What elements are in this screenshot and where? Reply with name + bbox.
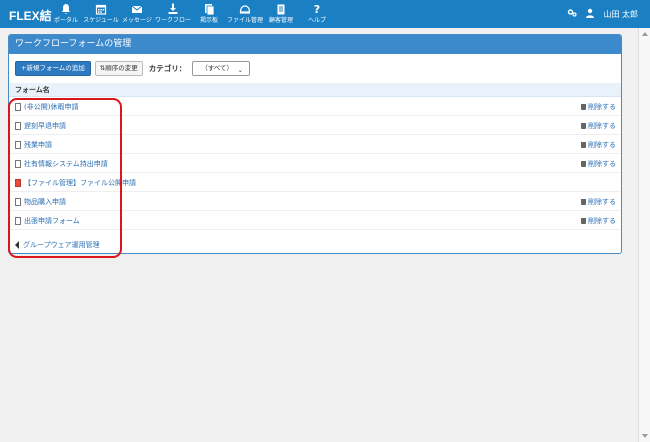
- trash-icon: [581, 142, 586, 148]
- form-row: 【ファイル管理】ファイル公開申請: [9, 173, 621, 192]
- form-row: 残業申請 削除する: [9, 135, 621, 154]
- folder-icon: [225, 3, 265, 16]
- document-icon: [15, 217, 21, 225]
- form-name: (非公開)休暇申請: [24, 103, 79, 111]
- trash-icon: [581, 104, 586, 110]
- form-link[interactable]: (非公開)休暇申請: [15, 102, 78, 112]
- form-link[interactable]: 社有情報システム持出申請: [15, 159, 108, 169]
- form-link[interactable]: 遅刻早退申請: [15, 121, 66, 131]
- change-order-button[interactable]: ⇅順序の変更: [94, 60, 143, 76]
- nav-label: メッセージ: [122, 17, 152, 24]
- nav-help[interactable]: ? ヘルプ: [297, 3, 337, 25]
- nav-label: 顧客管理: [268, 17, 293, 24]
- form-name: 物品購入申請: [24, 198, 66, 206]
- add-form-button[interactable]: +新規フォームの追加: [15, 60, 91, 76]
- settings-icon[interactable]: [567, 8, 578, 20]
- toolbar: +新規フォームの追加 ⇅順序の変更 カテゴリ： （すべて） ⌄: [15, 60, 251, 76]
- back-link-label: グループウェア運用管理: [23, 241, 100, 249]
- nav-label: ワークフロー: [154, 17, 191, 24]
- document-icon: [15, 198, 21, 206]
- delete-link[interactable]: 削除する: [581, 159, 616, 169]
- nav-message[interactable]: メッセージ: [117, 3, 157, 25]
- workflow-form-management-panel: ワークフローフォームの管理 +新規フォームの追加 ⇅順序の変更 カテゴリ： （す…: [8, 34, 622, 254]
- workflow-icon: [153, 3, 193, 16]
- delete-link[interactable]: 削除する: [581, 140, 616, 150]
- delete-label: 削除する: [588, 217, 616, 225]
- bell-icon: [46, 3, 86, 16]
- category-select-value: （すべて）: [201, 63, 234, 72]
- scroll-down-icon[interactable]: [642, 434, 648, 438]
- form-row: (非公開)休暇申請 削除する: [9, 97, 621, 116]
- trash-icon: [581, 199, 586, 205]
- delete-link[interactable]: 削除する: [581, 102, 616, 112]
- trash-icon: [581, 218, 586, 224]
- scroll-up-icon[interactable]: [642, 32, 648, 36]
- chevron-down-icon: ⌄: [237, 65, 244, 74]
- form-link[interactable]: 物品購入申請: [15, 197, 66, 207]
- form-name: 出張申請フォーム: [24, 217, 80, 225]
- calendar-icon: [81, 3, 121, 16]
- nav-label: ヘルプ: [307, 17, 326, 24]
- category-label: カテゴリ：: [148, 63, 187, 73]
- nav-customer-management[interactable]: 顧客管理: [261, 3, 301, 25]
- user-menu[interactable]: 山田 太郎: [567, 8, 638, 20]
- form-name: 遅刻早退申請: [24, 122, 66, 130]
- nav-label: ファイル管理: [226, 17, 263, 24]
- user-name[interactable]: 山田 太郎: [603, 9, 638, 20]
- nav-label: 掲示板: [199, 17, 218, 24]
- envelope-icon: [117, 3, 157, 16]
- form-name-column-header: フォーム名: [9, 83, 621, 97]
- delete-label: 削除する: [588, 122, 616, 130]
- delete-label: 削除する: [588, 103, 616, 111]
- nav-workflow[interactable]: ワークフロー: [153, 3, 193, 25]
- trash-icon: [581, 161, 586, 167]
- caret-left-icon: [15, 241, 19, 249]
- form-name: 社有情報システム持出申請: [24, 160, 108, 168]
- clipboard-icon: [261, 3, 301, 16]
- form-name: 【ファイル管理】ファイル公開申請: [24, 179, 136, 187]
- help-icon: ?: [313, 3, 321, 16]
- document-icon: [15, 160, 21, 168]
- change-order-label: 順序の変更: [105, 63, 138, 72]
- user-avatar-icon: [585, 8, 595, 20]
- groupware-admin-back-link[interactable]: グループウェア運用管理: [15, 240, 100, 250]
- form-link[interactable]: 【ファイル管理】ファイル公開申請: [15, 178, 136, 188]
- nav-file-management[interactable]: ファイル管理: [225, 3, 265, 25]
- form-link[interactable]: 残業申請: [15, 140, 52, 150]
- delete-label: 削除する: [588, 198, 616, 206]
- nav-label: スケジュール: [83, 17, 119, 24]
- delete-link[interactable]: 削除する: [581, 197, 616, 207]
- nav-board[interactable]: 掲示板: [189, 3, 229, 25]
- form-row: 遅刻早退申請 削除する: [9, 116, 621, 135]
- panel-title: ワークフローフォームの管理: [9, 35, 621, 54]
- document-icon: [15, 103, 21, 111]
- top-navigation-bar: FLEX結 ポータル スケジュール メッセージ ワークフロー 掲示板 ファイル管: [0, 0, 650, 28]
- delete-label: 削除する: [588, 141, 616, 149]
- nav-label: ポータル: [53, 17, 78, 24]
- delete-link[interactable]: 削除する: [581, 121, 616, 131]
- board-icon: [189, 3, 229, 16]
- vertical-scrollbar[interactable]: [638, 28, 650, 442]
- form-row: 社有情報システム持出申請 削除する: [9, 154, 621, 173]
- form-row: 物品購入申請 削除する: [9, 192, 621, 211]
- form-name: 残業申請: [24, 141, 52, 149]
- document-icon: [15, 122, 21, 130]
- document-icon: [15, 141, 21, 149]
- category-select[interactable]: （すべて） ⌄: [192, 60, 251, 76]
- nav-portal[interactable]: ポータル: [46, 3, 86, 25]
- delete-link[interactable]: 削除する: [581, 216, 616, 226]
- nav-schedule[interactable]: スケジュール: [81, 3, 121, 25]
- form-row: 出張申請フォーム 削除する: [9, 211, 621, 230]
- document-red-icon: [15, 179, 21, 187]
- delete-label: 削除する: [588, 160, 616, 168]
- form-link[interactable]: 出張申請フォーム: [15, 216, 80, 226]
- trash-icon: [581, 123, 586, 129]
